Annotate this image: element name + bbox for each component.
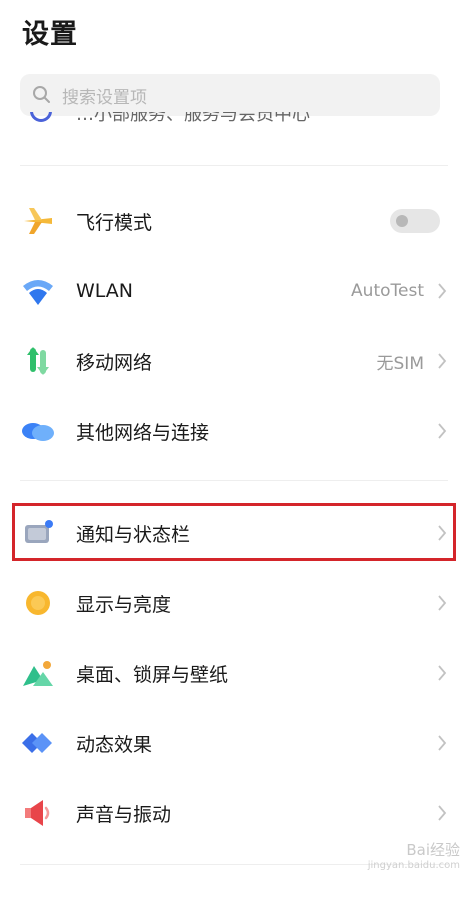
settings-item-label: 飞行模式 — [76, 211, 153, 234]
search-placeholder: 搜索设置项 — [62, 87, 147, 108]
airplane-icon — [20, 203, 56, 239]
mobile-network-icon — [20, 343, 56, 379]
settings-item-mobile-network[interactable]: 移动网络 无SIM — [0, 326, 468, 396]
section-divider — [20, 480, 448, 481]
section-divider — [20, 165, 448, 166]
settings-item-airplane-mode[interactable]: 飞行模式 — [0, 186, 468, 256]
mobile-network-status: 无SIM — [376, 353, 424, 374]
watermark-sub: jingyan.baidu.com — [367, 860, 460, 871]
page-title: 设置 — [22, 19, 78, 50]
settings-item-label: 动态效果 — [76, 733, 153, 756]
brightness-icon — [20, 585, 56, 621]
settings-item-label: 其他网络与连接 — [76, 421, 210, 444]
chevron-right-icon — [438, 423, 447, 439]
settings-item-label: 声音与振动 — [76, 803, 172, 826]
toggle-knob — [396, 215, 408, 227]
wallpaper-icon — [20, 655, 56, 691]
highlight-box — [12, 503, 456, 561]
watermark: Bai经验 jingyan.baidu.com — [368, 842, 460, 874]
watermark-main: Bai经验 — [406, 841, 460, 859]
chevron-right-icon — [438, 735, 447, 751]
settings-item-animation[interactable]: 动态效果 — [0, 708, 468, 778]
speaker-icon — [20, 795, 56, 831]
wifi-icon — [20, 273, 56, 309]
cloud-icon — [20, 413, 56, 449]
wlan-status-value: AutoTest — [351, 281, 424, 301]
chevron-right-icon — [438, 595, 447, 611]
airplane-mode-toggle[interactable] — [390, 209, 440, 233]
search-bar[interactable]: 搜索设置项 — [20, 74, 440, 116]
settings-item-wallpaper[interactable]: 桌面、锁屏与壁纸 — [0, 638, 468, 708]
settings-item-label: 移动网络 — [76, 351, 153, 374]
chevron-right-icon — [438, 353, 447, 369]
settings-item-sound-vibration[interactable]: 声音与振动 — [0, 778, 468, 848]
chevron-right-icon — [438, 665, 447, 681]
partial-item-label: …小部服务、服务与会员中心 — [76, 112, 310, 125]
animation-icon — [20, 725, 56, 761]
chevron-right-icon — [438, 805, 447, 821]
settings-item-wlan[interactable]: WLAN AutoTest — [0, 256, 468, 326]
settings-item-display-brightness[interactable]: 显示与亮度 — [0, 568, 468, 638]
settings-item-other-networks[interactable]: 其他网络与连接 — [0, 396, 468, 466]
search-icon — [33, 86, 50, 103]
settings-item-label: 显示与亮度 — [76, 593, 172, 616]
partial-list-item[interactable]: …小部服务、服务与会员中心 — [20, 112, 340, 134]
chevron-right-icon — [438, 283, 447, 299]
account-icon — [30, 112, 52, 122]
settings-item-label: WLAN — [76, 280, 134, 302]
settings-item-label: 桌面、锁屏与壁纸 — [76, 663, 229, 686]
